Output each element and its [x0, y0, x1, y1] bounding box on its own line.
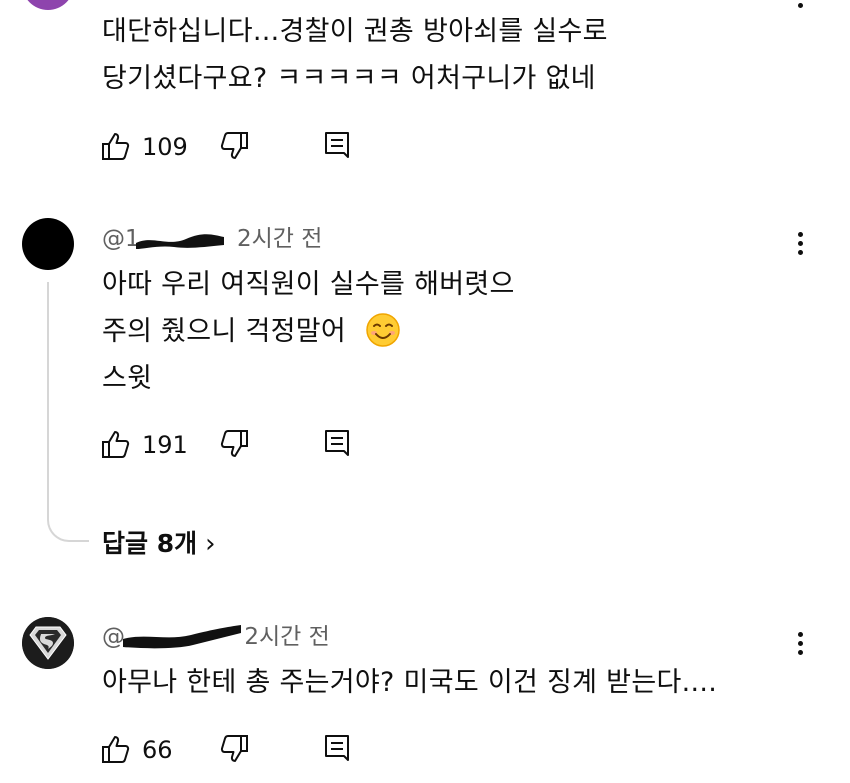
thumbs-up-icon[interactable] [100, 733, 132, 765]
like-count: 109 [142, 133, 188, 161]
comment-actions: 66 [100, 733, 400, 767]
comment-text-line: 당기셨다구요? ㅋㅋㅋㅋㅋ 어처구니가 없네 [102, 63, 596, 94]
comment-reply-icon[interactable] [322, 130, 354, 162]
view-replies-button[interactable]: 답글 8개 › [102, 527, 216, 561]
thumbs-down-icon[interactable] [218, 130, 250, 162]
comment-text-line: 아따 우리 여직원이 실수를 해버렷으 [102, 269, 515, 300]
avatar[interactable] [22, 218, 74, 270]
comment-text-line: 아무나 한테 총 주는거야? 미국도 이건 징계 받는다.... [102, 667, 718, 698]
avatar[interactable] [22, 0, 74, 10]
thumbs-up-icon[interactable] [100, 130, 132, 162]
smiling-face-emoji [366, 312, 400, 347]
more-vertical-icon[interactable] [790, 632, 810, 659]
comment-time: 2시간 전 [244, 624, 330, 650]
avatar[interactable] [22, 617, 74, 669]
chevron-right-icon: › [205, 529, 216, 559]
comment-text-line: 대단하십니다...경찰이 권총 방아쇠를 실수로 [102, 16, 608, 47]
comment-reply-icon[interactable] [322, 428, 354, 460]
more-vertical-icon[interactable] [790, 0, 810, 12]
reply-thread-line [47, 282, 89, 542]
comment-text-line-with-emoji: 주의 줬으니 걱정말어 [102, 312, 401, 349]
redaction-scribble [135, 233, 224, 249]
superman-logo-icon [22, 617, 74, 669]
like-count: 66 [142, 736, 173, 764]
comment-actions: 109 [100, 130, 400, 164]
comment-author-handle[interactable]: @ [102, 622, 243, 653]
like-count: 191 [142, 431, 188, 459]
comment-text: 주의 줬으니 걱정말어 [102, 316, 347, 347]
thumbs-down-icon[interactable] [218, 428, 250, 460]
comment-author-handle[interactable]: @1 [102, 224, 226, 255]
replies-label: 답글 8개 [102, 529, 198, 558]
redaction-scribble [123, 624, 241, 649]
comment-reply-icon[interactable] [322, 733, 354, 765]
comment-actions: 191 [100, 428, 400, 462]
thumbs-down-icon[interactable] [218, 733, 250, 765]
comment-meta: @ 2시간 전 [102, 622, 330, 653]
comment-text-line: 스윗 [102, 363, 153, 394]
comment-time: 2시간 전 [236, 226, 323, 252]
comment-meta: @1 2시간 전 [102, 224, 322, 255]
more-vertical-icon[interactable] [790, 232, 810, 259]
thumbs-up-icon[interactable] [100, 428, 132, 460]
